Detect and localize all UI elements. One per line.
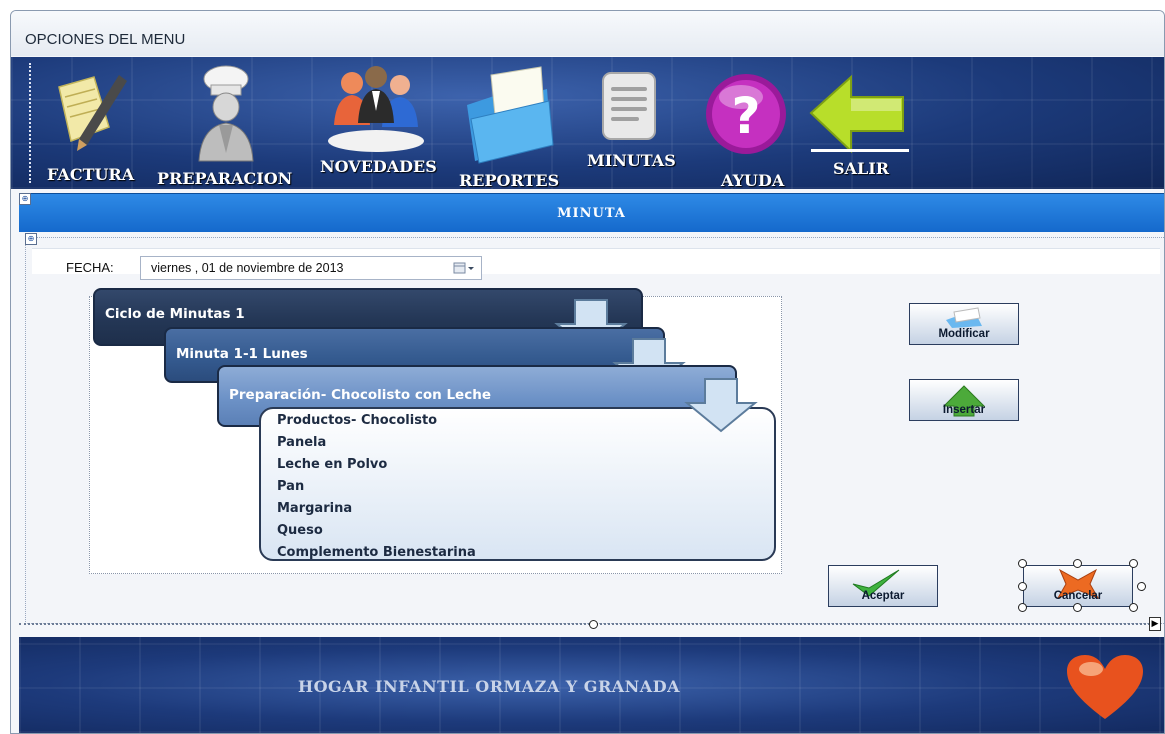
insertar-button[interactable]: Insertar: [909, 379, 1019, 421]
novedades-button[interactable]: NOVEDADES: [316, 59, 437, 179]
toolbar-grip: [29, 63, 33, 183]
reportes-label: REPORTES: [459, 171, 560, 190]
selection-handle[interactable]: [1018, 582, 1027, 591]
footer-title: HOGAR INFANTIL ORMAZA Y GRANADA: [298, 677, 680, 696]
selection-handle[interactable]: [1018, 559, 1027, 568]
modificar-button[interactable]: Modificar: [909, 303, 1019, 345]
scroll-right-icon[interactable]: ▶: [1149, 617, 1161, 631]
edit-folder-icon: [946, 307, 982, 328]
calendar-dropdown-icon[interactable]: [453, 261, 475, 275]
section-title: MINUTA: [557, 206, 626, 221]
list-item[interactable]: Leche en Polvo: [277, 457, 387, 472]
section-header: MINUTA: [19, 193, 1164, 232]
selection-handle[interactable]: [1018, 603, 1027, 612]
salir-underline: [811, 149, 909, 152]
salir-button[interactable]: SALIR: [801, 61, 911, 178]
list-item[interactable]: Panela: [277, 435, 326, 450]
main-toolbar: FACTURA PREPARACION NOVEDADES REPORTES M…: [11, 57, 1164, 190]
aceptar-label: Aceptar: [861, 590, 905, 602]
main-window: OPCIONES DEL MENU FACTURA PREPARACION NO…: [10, 10, 1165, 734]
ciclo-label: Ciclo de Minutas 1: [105, 306, 245, 322]
help-question-icon: ?: [706, 74, 786, 154]
invoice-pen-icon: [58, 75, 127, 151]
minutas-label: MINUTAS: [587, 151, 676, 170]
window-title: OPCIONES DEL MENU: [25, 31, 186, 48]
list-item[interactable]: Margarina: [277, 501, 352, 516]
title-bar: OPCIONES DEL MENU: [11, 11, 1164, 56]
resize-handle[interactable]: [589, 620, 598, 629]
modificar-label: Modificar: [938, 328, 990, 340]
selection-handle[interactable]: [1073, 559, 1082, 568]
preparacion-label: PREPARACION: [157, 169, 293, 188]
people-group-icon: [328, 66, 424, 152]
section-anchor-icon[interactable]: ⊕: [19, 193, 31, 205]
selection-handle[interactable]: [1073, 603, 1082, 612]
section-divider: [19, 623, 1154, 625]
selection-handle[interactable]: [1129, 603, 1138, 612]
minutas-button[interactable]: MINUTAS: [583, 61, 683, 173]
date-picker[interactable]: viernes , 01 de noviembre de 2013: [140, 256, 482, 280]
svg-text:?: ?: [731, 87, 760, 145]
preparacion-item-label: Preparación- Chocolisto con Leche: [229, 387, 491, 403]
salir-label: SALIR: [833, 159, 889, 178]
factura-button[interactable]: FACTURA: [39, 61, 134, 187]
heart-icon: [1067, 655, 1143, 719]
selection-handle[interactable]: [1129, 559, 1138, 568]
ayuda-button[interactable]: ? AYUDA: [699, 61, 799, 190]
date-label: FECHA:: [66, 260, 114, 275]
back-arrow-icon: [809, 74, 904, 153]
folder-icon: [467, 66, 554, 164]
list-item[interactable]: Productos- Chocolisto: [277, 413, 437, 428]
document-icon: [602, 72, 656, 140]
chef-icon: [198, 65, 254, 162]
list-item[interactable]: Pan: [277, 479, 304, 494]
cancelar-label: Cancelar: [1053, 590, 1103, 602]
down-arrow-icon: [684, 378, 758, 433]
factura-label: FACTURA: [47, 165, 135, 184]
ayuda-label: AYUDA: [721, 171, 785, 190]
aceptar-button[interactable]: Aceptar: [828, 565, 938, 607]
subpanel-anchor-icon[interactable]: ⊕: [25, 233, 37, 245]
list-item[interactable]: Complemento Bienestarina: [277, 545, 476, 560]
minuta-dia-label: Minuta 1-1 Lunes: [176, 346, 308, 362]
insertar-label: Insertar: [942, 404, 986, 416]
reportes-button[interactable]: REPORTES: [453, 61, 563, 190]
list-item[interactable]: Queso: [277, 523, 323, 538]
cancelar-button[interactable]: Cancelar: [1023, 565, 1133, 607]
footer-banner: HOGAR INFANTIL ORMAZA Y GRANADA: [19, 637, 1164, 733]
preparacion-button[interactable]: PREPARACION: [157, 61, 292, 188]
selection-handle[interactable]: [1137, 582, 1146, 591]
date-value: viernes , 01 de noviembre de 2013: [151, 261, 344, 275]
novedades-label: NOVEDADES: [320, 157, 437, 176]
